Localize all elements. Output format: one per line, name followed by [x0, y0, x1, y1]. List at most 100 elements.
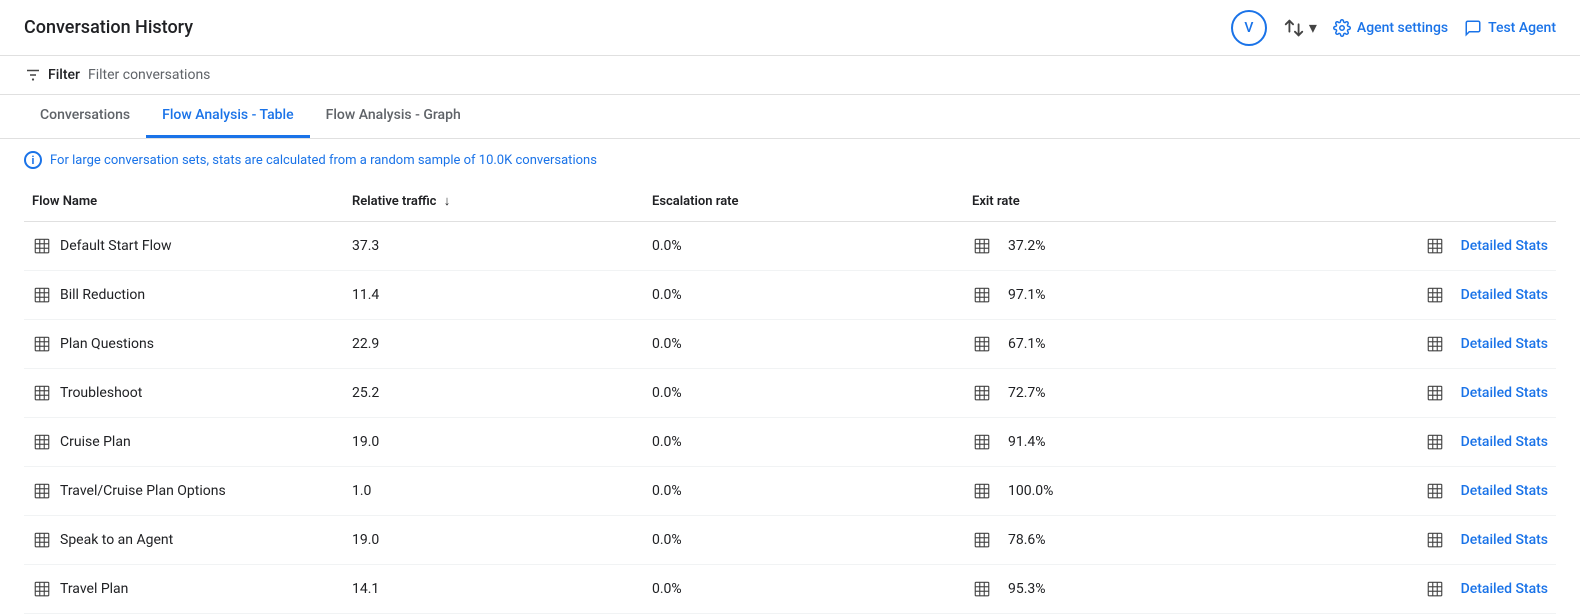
cell-flow-name: Troubleshoot [24, 369, 344, 418]
avatar: V [1231, 10, 1267, 46]
exit-rate-value: 97.1% [1008, 287, 1046, 303]
chevron-down-icon: ▾ [1309, 18, 1317, 37]
flow-name-text: Troubleshoot [60, 385, 142, 401]
cell-escalation-rate: 0.0% [644, 418, 964, 467]
filter-icon [24, 66, 42, 84]
cell-flow-name: Travel/Cruise Plan Options [24, 467, 344, 516]
cell-actions: Detailed Stats [1264, 369, 1556, 418]
cell-escalation-rate: 0.0% [644, 320, 964, 369]
table-chart-icon [32, 432, 52, 452]
exit-rate-chart-icon [972, 285, 992, 305]
cell-relative-traffic: 19.0 [344, 418, 644, 467]
cell-exit-rate: 91.4% [964, 418, 1264, 467]
cell-relative-traffic: 14.1 [344, 565, 644, 614]
chat-icon [1464, 19, 1482, 37]
detailed-stats-link[interactable]: Detailed Stats [1461, 434, 1548, 450]
table-chart-icon [32, 334, 52, 354]
cell-flow-name: Cruise Plan [24, 418, 344, 467]
cell-flow-name: Travel Plan [24, 565, 344, 614]
flow-name-text: Bill Reduction [60, 287, 145, 303]
test-agent-link[interactable]: Test Agent [1464, 19, 1556, 37]
cell-escalation-rate: 0.0% [644, 565, 964, 614]
cell-relative-traffic: 11.4 [344, 271, 644, 320]
sort-arrow-icon: ↓ [444, 193, 451, 209]
cell-actions: Detailed Stats [1264, 516, 1556, 565]
detailed-stats-link[interactable]: Detailed Stats [1461, 287, 1548, 303]
info-notice-text: For large conversation sets, stats are c… [50, 153, 597, 168]
detailed-stats-chart-icon [1425, 236, 1445, 256]
flow-analysis-table: Flow Name Relative traffic ↓ Escalation … [24, 181, 1556, 614]
table-chart-icon [32, 481, 52, 501]
sort-button[interactable]: ▾ [1283, 17, 1317, 39]
info-notice: i For large conversation sets, stats are… [0, 139, 1580, 181]
tab-flow-analysis-table[interactable]: Flow Analysis - Table [146, 95, 310, 138]
test-agent-label: Test Agent [1488, 20, 1556, 36]
cell-relative-traffic: 37.3 [344, 222, 644, 271]
filter-icon-wrap: Filter [24, 66, 80, 84]
col-header-exit-rate: Exit rate [964, 181, 1264, 222]
info-icon: i [24, 151, 42, 169]
cell-flow-name: Speak to an Agent [24, 516, 344, 565]
detailed-stats-link[interactable]: Detailed Stats [1461, 385, 1548, 401]
flow-name-text: Default Start Flow [60, 238, 172, 254]
detailed-stats-link[interactable]: Detailed Stats [1461, 532, 1548, 548]
table-row: Cruise Plan 19.00.0% 91.4% [24, 418, 1556, 467]
flow-name-text: Speak to an Agent [60, 532, 173, 548]
detailed-stats-chart-icon [1425, 481, 1445, 501]
detailed-stats-chart-icon [1425, 579, 1445, 599]
swap-vert-icon [1283, 17, 1305, 39]
agent-settings-label: Agent settings [1357, 20, 1448, 36]
filter-conversations-text: Filter conversations [88, 67, 210, 83]
exit-rate-chart-icon [972, 383, 992, 403]
table-chart-icon [32, 579, 52, 599]
exit-rate-value: 100.0% [1008, 483, 1053, 499]
table-row: Default Start Flow 37.30.0% 37.2% [24, 222, 1556, 271]
col-header-escalation-rate: Escalation rate [644, 181, 964, 222]
detailed-stats-link[interactable]: Detailed Stats [1461, 336, 1548, 352]
detailed-stats-link[interactable]: Detailed Stats [1461, 483, 1548, 499]
flow-name-text: Travel/Cruise Plan Options [60, 483, 226, 499]
exit-rate-value: 67.1% [1008, 336, 1046, 352]
table-chart-icon [32, 530, 52, 550]
detailed-stats-chart-icon [1425, 530, 1445, 550]
agent-settings-link[interactable]: Agent settings [1333, 19, 1448, 37]
tab-flow-analysis-graph[interactable]: Flow Analysis - Graph [310, 95, 477, 138]
col-header-relative-traffic[interactable]: Relative traffic ↓ [344, 181, 644, 222]
gear-icon [1333, 19, 1351, 37]
cell-flow-name: Bill Reduction [24, 271, 344, 320]
flow-name-text: Travel Plan [60, 581, 128, 597]
exit-rate-chart-icon [972, 334, 992, 354]
cell-flow-name: Plan Questions [24, 320, 344, 369]
cell-exit-rate: 78.6% [964, 516, 1264, 565]
flow-analysis-table-wrap: Flow Name Relative traffic ↓ Escalation … [0, 181, 1580, 614]
cell-actions: Detailed Stats [1264, 565, 1556, 614]
page-title: Conversation History [24, 17, 193, 38]
cell-relative-traffic: 19.0 [344, 516, 644, 565]
exit-rate-value: 78.6% [1008, 532, 1046, 548]
table-row: Plan Questions 22.90.0% 67.1% [24, 320, 1556, 369]
cell-actions: Detailed Stats [1264, 418, 1556, 467]
filter-bar: Filter Filter conversations [0, 56, 1580, 95]
table-row: Travel/Cruise Plan Options 1.00.0% 100.0… [24, 467, 1556, 516]
detailed-stats-link[interactable]: Detailed Stats [1461, 581, 1548, 597]
table-header-row: Flow Name Relative traffic ↓ Escalation … [24, 181, 1556, 222]
cell-relative-traffic: 1.0 [344, 467, 644, 516]
table-row: Speak to an Agent 19.00.0% 78.6% [24, 516, 1556, 565]
tab-conversations[interactable]: Conversations [24, 95, 146, 138]
table-row: Troubleshoot 25.20.0% 72.7% [24, 369, 1556, 418]
filter-label: Filter [48, 67, 80, 83]
cell-flow-name: Default Start Flow [24, 222, 344, 271]
table-row: Bill Reduction 11.40.0% 97.1% [24, 271, 1556, 320]
col-header-flow-name: Flow Name [24, 181, 344, 222]
header-actions: V ▾ Agent settings Test Age [1231, 10, 1556, 46]
cell-exit-rate: 67.1% [964, 320, 1264, 369]
cell-actions: Detailed Stats [1264, 467, 1556, 516]
cell-exit-rate: 37.2% [964, 222, 1264, 271]
cell-exit-rate: 97.1% [964, 271, 1264, 320]
cell-exit-rate: 72.7% [964, 369, 1264, 418]
detailed-stats-chart-icon [1425, 285, 1445, 305]
cell-actions: Detailed Stats [1264, 320, 1556, 369]
exit-rate-value: 91.4% [1008, 434, 1046, 450]
detailed-stats-link[interactable]: Detailed Stats [1461, 238, 1548, 254]
exit-rate-chart-icon [972, 236, 992, 256]
